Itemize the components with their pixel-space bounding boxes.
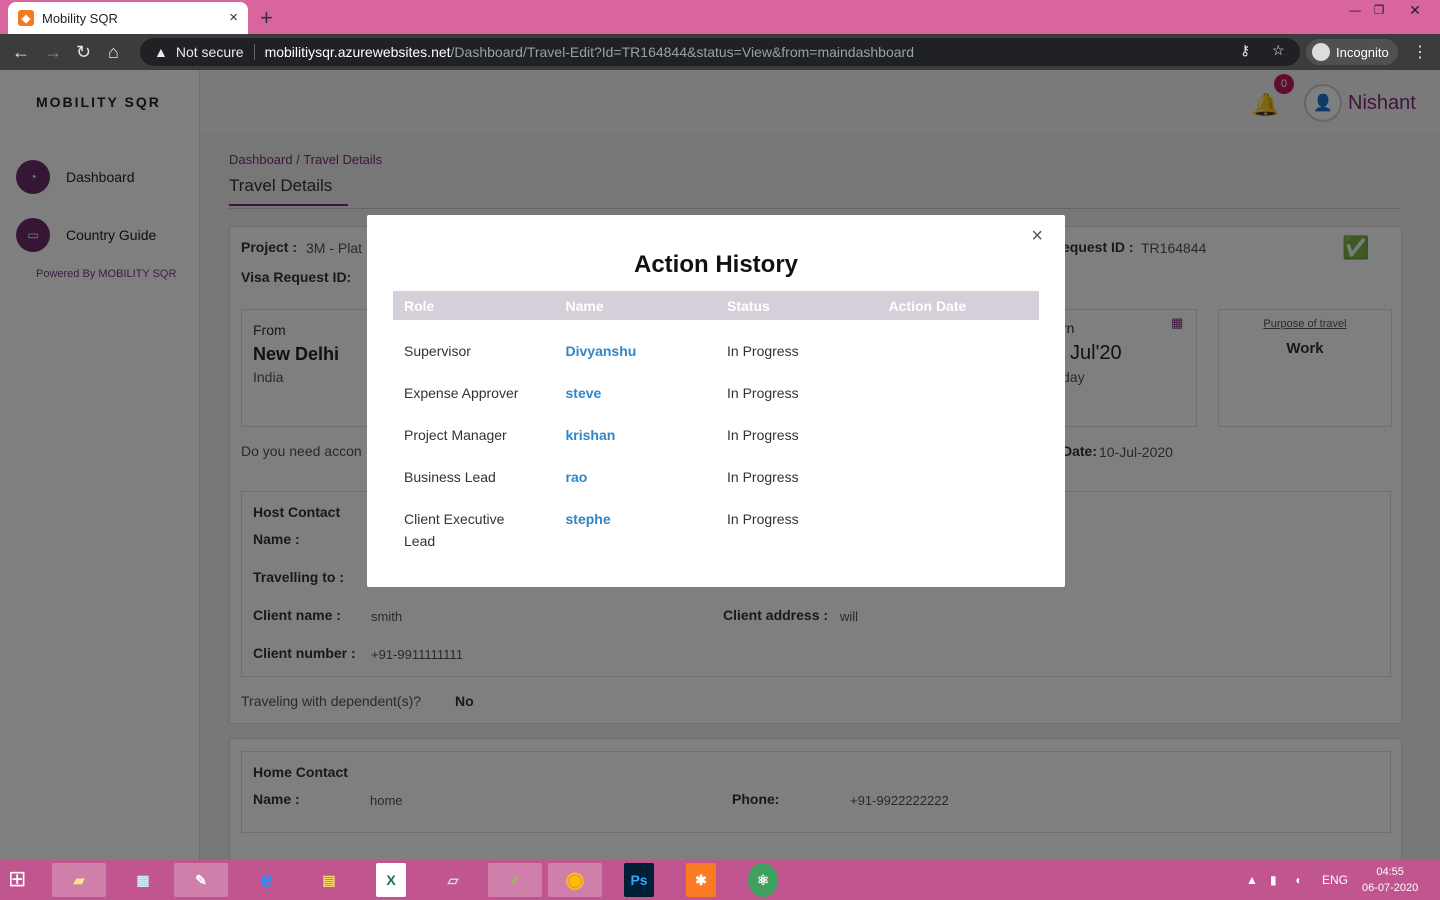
clock-date: 06-07-2020	[1362, 882, 1419, 894]
status-cell: In Progress	[727, 385, 799, 401]
name-cell[interactable]: Divyanshu	[555, 340, 717, 362]
tray-arrow-icon[interactable]: ▲	[1246, 860, 1258, 900]
table-row: Client Executive Lead stephe In Progress	[393, 488, 1040, 549]
column-header-status: Status	[727, 297, 770, 314]
action-history-table: Role Name Status Action Date Supervisor …	[393, 291, 1040, 549]
role-cell: Client Executive Lead	[404, 511, 505, 549]
excel-icon[interactable]: X	[376, 863, 406, 897]
file-explorer-icon[interactable]: ▤	[302, 863, 356, 897]
status-cell: In Progress	[727, 469, 799, 485]
sticky-notes-icon[interactable]: ▰	[52, 863, 106, 897]
key-icon[interactable]: ⚷	[1240, 42, 1250, 59]
reload-icon[interactable]: ↻	[76, 42, 91, 63]
role-cell: Project Manager	[404, 427, 507, 443]
notes-icon[interactable]: ▱	[426, 863, 480, 897]
modal-close-button[interactable]: ×	[1031, 225, 1043, 248]
name-cell[interactable]: steve	[555, 382, 717, 404]
url-path: /Dashboard/Travel-Edit?Id=TR164844&statu…	[450, 44, 914, 60]
address-bar-row: ← → ↻ ⌂ ▲ Not secure mobilitiysqr.azurew…	[0, 34, 1440, 70]
url-host: mobilitiysqr.azurewebsites.net	[264, 44, 451, 60]
incognito-label: Incognito	[1336, 44, 1389, 60]
table-header: Role Name Status Action Date	[393, 291, 1039, 320]
tab-close-icon[interactable]: ×	[229, 9, 238, 26]
status-cell: In Progress	[727, 427, 799, 443]
table-row: Supervisor Divyanshu In Progress	[393, 320, 1039, 362]
forward-icon[interactable]: →	[44, 42, 62, 63]
paint-icon[interactable]: ✎	[174, 863, 228, 897]
action-date-cell	[878, 424, 1040, 446]
language-indicator[interactable]: ENG	[1322, 860, 1348, 900]
action-date-cell	[878, 382, 1040, 404]
home-icon[interactable]: ⌂	[108, 42, 119, 63]
restore-icon[interactable]: ❐	[1364, 0, 1394, 20]
name-cell[interactable]: stephe	[555, 508, 717, 530]
network-icon[interactable]: ▮	[1270, 860, 1277, 900]
security-label: Not secure	[176, 44, 255, 60]
table-row: Project Manager krishan In Progress	[393, 404, 1039, 446]
url-field[interactable]: ▲ Not secure mobilitiysqr.azurewebsites.…	[140, 38, 1300, 66]
site-favicon-icon: ◆	[18, 10, 34, 26]
warning-icon: ▲	[154, 44, 168, 60]
back-icon[interactable]: ←	[12, 42, 30, 63]
action-history-modal: × Action History Role Name Status Action…	[367, 215, 1065, 587]
windows-taskbar: ⊞ ▰ ▦ ✎ e ▤ X ▱ ✓ ◉ Ps ✱ ⚛ ▲ ▮ ◖ ENG 04:…	[0, 860, 1440, 900]
system-clock[interactable]: 04:55 06-07-2020	[1362, 864, 1418, 896]
notepad-plus-icon[interactable]: ✓	[488, 863, 542, 897]
role-cell: Expense Approver	[404, 385, 519, 401]
volume-icon[interactable]: ◖	[1294, 860, 1301, 900]
calculator-icon[interactable]: ▦	[116, 863, 170, 897]
action-date-cell	[878, 340, 1040, 362]
action-date-cell	[878, 466, 1040, 488]
column-header-name: Name	[565, 297, 604, 314]
table-row: Expense Approver steve In Progress	[393, 362, 1039, 404]
tab-title: Mobility SQR	[42, 10, 118, 26]
star-icon[interactable]: ☆	[1272, 42, 1285, 59]
incognito-badge[interactable]: Incognito	[1306, 39, 1398, 65]
role-cell: Supervisor	[404, 343, 471, 359]
incognito-icon	[1312, 43, 1330, 61]
table-row: Business Lead rao In Progress	[393, 446, 1039, 488]
internet-explorer-icon[interactable]: e	[240, 863, 294, 897]
modal-title: Action History	[633, 251, 798, 278]
role-cell: Business Lead	[404, 469, 496, 485]
action-date-cell	[878, 508, 1040, 530]
xampp-icon[interactable]: ✱	[686, 863, 716, 897]
window-close-icon[interactable]: ✕	[1400, 0, 1430, 20]
name-cell[interactable]: krishan	[555, 424, 717, 446]
browser-tab-bar: ◆ Mobility SQR × + — ❐ ✕	[0, 0, 1440, 34]
windows-start-icon[interactable]: ⊞	[8, 866, 38, 894]
browser-tab[interactable]: ◆ Mobility SQR ×	[8, 2, 248, 34]
column-header-role: Role	[404, 297, 435, 314]
new-tab-button[interactable]: +	[260, 5, 273, 31]
photoshop-icon[interactable]: Ps	[624, 863, 654, 897]
clock-time: 04:55	[1376, 866, 1404, 878]
chrome-icon[interactable]: ◉	[548, 863, 602, 897]
atom-icon[interactable]: ⚛	[748, 863, 778, 897]
name-cell[interactable]: rao	[555, 466, 717, 488]
column-header-action-date: Action Date	[888, 297, 967, 314]
status-cell: In Progress	[727, 343, 799, 359]
browser-menu-icon[interactable]: ⋮	[1412, 42, 1428, 62]
status-cell: In Progress	[727, 511, 799, 527]
